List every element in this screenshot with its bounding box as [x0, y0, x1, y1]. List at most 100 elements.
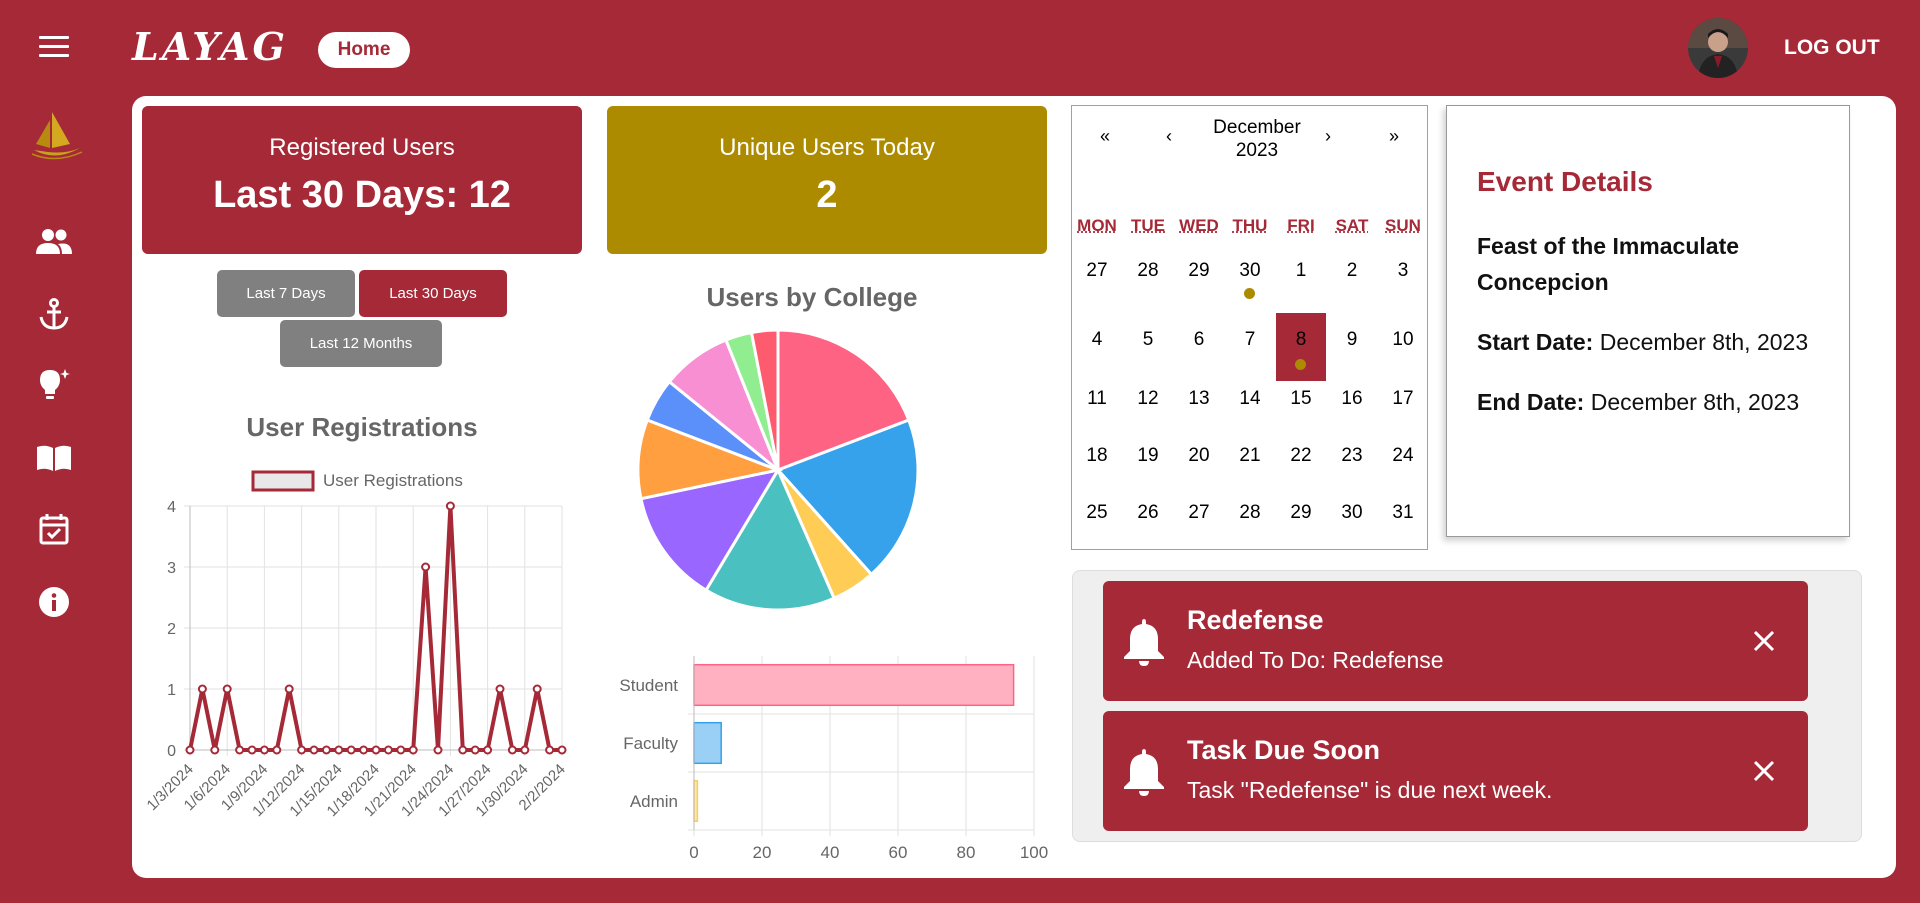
calendar-day[interactable]: 21 [1225, 445, 1275, 475]
last-30-days-button[interactable]: Last 30 Days [359, 270, 507, 317]
calendar-day[interactable]: 9 [1327, 329, 1377, 359]
calendar-day[interactable]: 22 [1276, 445, 1326, 475]
bar [693, 779, 699, 823]
calendar-day[interactable]: 23 [1327, 445, 1377, 475]
data-point [483, 745, 493, 755]
calendar-day[interactable]: 29 [1276, 502, 1326, 532]
calendar-day[interactable]: 5 [1123, 329, 1173, 359]
brand-logo-text[interactable]: LAYAG [132, 24, 288, 69]
calendar-day[interactable]: 24 [1378, 445, 1428, 475]
next-year-button[interactable]: » [1389, 126, 1399, 147]
calendar-day[interactable]: 3 [1378, 260, 1428, 290]
calendar-day[interactable]: 2 [1327, 260, 1377, 290]
calendar-day[interactable]: 31 [1378, 502, 1428, 532]
next-month-button[interactable]: › [1325, 126, 1331, 147]
data-point [284, 684, 294, 694]
calendar-day[interactable]: 4 [1072, 329, 1122, 359]
notification-toast: Redefense Added To Do: Redefense [1103, 581, 1808, 701]
last-7-days-button[interactable]: Last 7 Days [217, 270, 355, 317]
start-date-label: Start Date: [1477, 329, 1594, 355]
end-date-label: End Date: [1477, 389, 1585, 415]
y-tick-label: Admin [630, 792, 678, 811]
y-tick-label: 4 [167, 499, 176, 516]
lightbulb-icon[interactable] [36, 367, 72, 403]
notification-message: Added To Do: Redefense [1187, 647, 1444, 673]
menu-toggle-button[interactable] [39, 36, 69, 60]
calendar-day[interactable]: 7 [1225, 329, 1275, 359]
last-12-months-button[interactable]: Last 12 Months [280, 320, 442, 367]
y-tick-label: 0 [167, 743, 176, 760]
calendar-day[interactable]: 18 [1072, 445, 1122, 475]
calendar-day[interactable]: 16 [1327, 388, 1377, 418]
data-point [557, 745, 567, 755]
y-tick-label: Student [619, 676, 678, 695]
data-point [371, 745, 381, 755]
data-point [495, 684, 505, 694]
weekday-header: SUN [1385, 216, 1421, 235]
calendar-day[interactable]: 12 [1123, 388, 1173, 418]
calendar-day[interactable]: 30 [1327, 502, 1377, 532]
event-end-date: End Date: December 8th, 2023 [1477, 384, 1819, 420]
bar [693, 663, 1015, 707]
close-icon[interactable] [1752, 759, 1776, 783]
y-tick-label: 3 [167, 560, 176, 577]
close-icon[interactable] [1752, 629, 1776, 653]
calendar-day[interactable]: 30 [1225, 260, 1275, 290]
calendar-day[interactable]: 26 [1123, 502, 1173, 532]
calendar-day[interactable]: 11 [1072, 388, 1122, 418]
book-icon[interactable] [36, 440, 72, 476]
end-date-value: December 8th, 2023 [1590, 389, 1800, 415]
data-point [445, 501, 455, 511]
calendar-day[interactable]: 28 [1225, 502, 1275, 532]
registered-users-card: Registered Users Last 30 Days: 12 [142, 106, 582, 254]
data-point [359, 745, 369, 755]
info-icon[interactable] [36, 584, 72, 620]
calendar-day[interactable]: 10 [1378, 329, 1428, 359]
data-point [297, 745, 307, 755]
home-button[interactable]: Home [318, 32, 410, 68]
calendar-day[interactable]: 27 [1174, 502, 1224, 532]
user-avatar[interactable] [1688, 18, 1748, 78]
calendar-day[interactable]: 15 [1276, 388, 1326, 418]
notification-title: Task Due Soon [1187, 735, 1381, 765]
event-details-card: Event Details Feast of the Immaculate Co… [1446, 105, 1850, 537]
prev-month-button[interactable]: ‹ [1166, 126, 1172, 147]
calendar-day[interactable]: 25 [1072, 502, 1122, 532]
notification-toast: Task Due Soon Task "Redefense" is due ne… [1103, 711, 1808, 831]
calendar-day[interactable]: 28 [1123, 260, 1173, 290]
registered-users-label: Registered Users [269, 134, 455, 161]
calendar-day[interactable]: 6 [1174, 329, 1224, 359]
calendar-day[interactable]: 17 [1378, 388, 1428, 418]
bar [693, 721, 722, 765]
data-point [309, 745, 319, 755]
calendar-day[interactable]: 13 [1174, 388, 1224, 418]
data-point [470, 745, 480, 755]
data-point [210, 745, 220, 755]
calendar-day[interactable]: 1 [1276, 260, 1326, 290]
prev-year-button[interactable]: « [1100, 126, 1110, 147]
weekday-header: THU [1232, 216, 1268, 235]
x-tick-label: 40 [821, 843, 840, 862]
x-tick-label: 20 [753, 843, 772, 862]
data-point [235, 745, 245, 755]
dashboard-panel: Registered Users Last 30 Days: 12 Unique… [132, 96, 1896, 878]
calendar-check-icon[interactable] [36, 511, 72, 547]
data-point [346, 745, 356, 755]
event-dot [1244, 288, 1255, 299]
calendar-month-title[interactable]: December 2023 [1192, 116, 1322, 162]
calendar-day[interactable]: 27 [1072, 260, 1122, 290]
calendar-day[interactable]: 20 [1174, 445, 1224, 475]
data-point [222, 684, 232, 694]
data-point [520, 745, 530, 755]
calendar-day[interactable]: 14 [1225, 388, 1275, 418]
anchor-icon[interactable] [36, 296, 72, 332]
data-point [321, 745, 331, 755]
calendar-day[interactable]: 19 [1123, 445, 1173, 475]
y-tick-label: 1 [167, 682, 176, 699]
calendar-day[interactable]: 29 [1174, 260, 1224, 290]
legend-label: User Registrations [323, 471, 463, 490]
group-icon[interactable] [36, 224, 72, 260]
calendar-year: 2023 [1235, 140, 1279, 161]
logout-button[interactable]: LOG OUT [1784, 36, 1880, 60]
calendar-day[interactable]: 8 [1276, 313, 1326, 381]
